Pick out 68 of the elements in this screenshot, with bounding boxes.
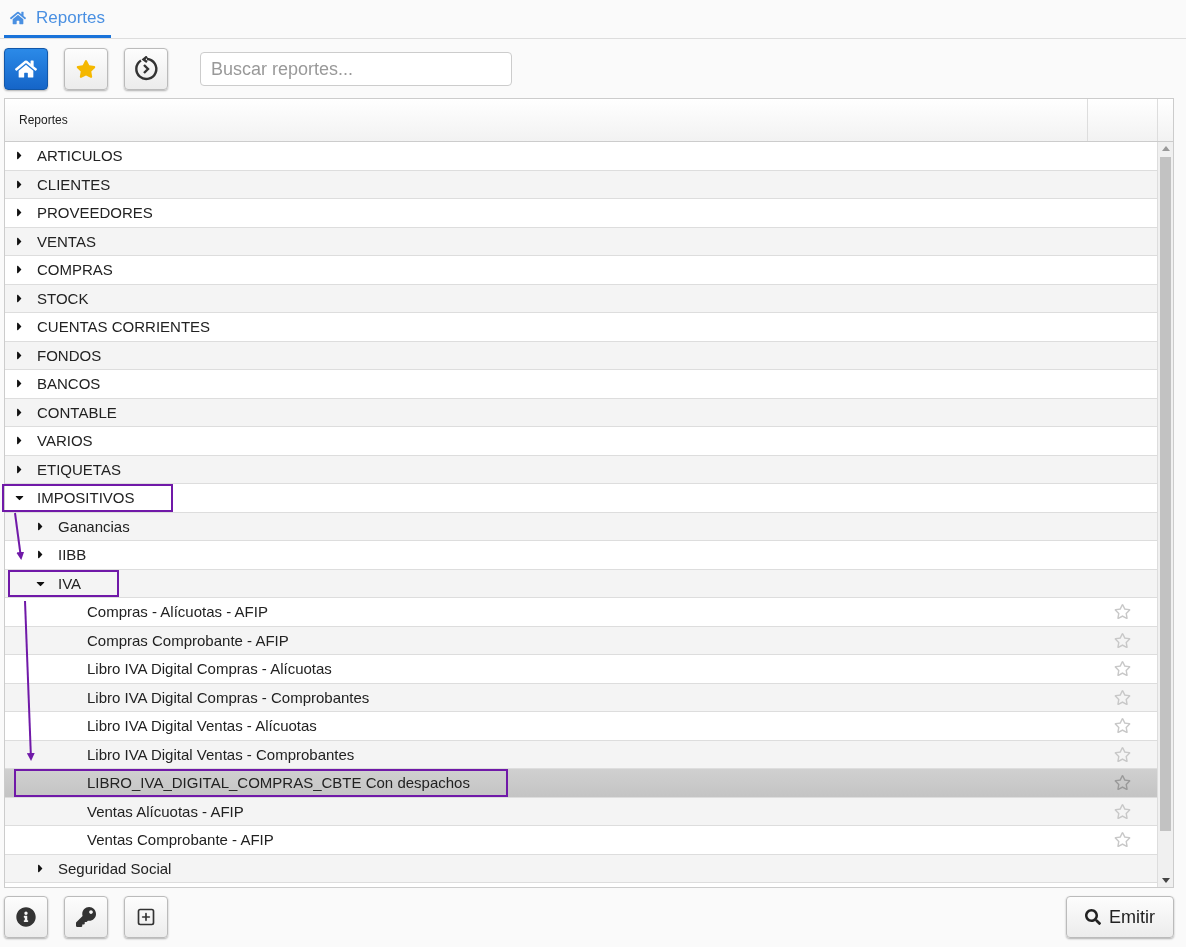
- tree-row[interactable]: Ventas Alícuotas - AFIP: [5, 797, 1157, 826]
- folder-label: CUENTAS CORRIENTES: [37, 318, 211, 336]
- add-button[interactable]: [124, 896, 168, 938]
- folder-label: VENTAS: [37, 232, 96, 250]
- folder-label: Seguridad Social: [58, 859, 172, 877]
- favorite-star-icon[interactable]: [1113, 603, 1131, 621]
- favorite-star-icon[interactable]: [1113, 802, 1131, 820]
- folder-label: COMPRAS: [37, 261, 113, 279]
- tree-row[interactable]: Ganancias: [5, 512, 1157, 541]
- star-icon: [76, 59, 96, 79]
- report-label: Libro IVA Digital Compras - Alícuotas: [87, 660, 332, 678]
- history-button[interactable]: [124, 48, 168, 90]
- tree-row[interactable]: LIBRO_IVA_DIGITAL_COMPRAS_CBTE Con despachos: [5, 769, 1157, 798]
- folder-label: CLIENTES: [37, 175, 111, 193]
- tree-row[interactable]: Compras Comprobante - AFIP: [5, 626, 1157, 655]
- history-icon: [133, 56, 159, 82]
- annotation-arrow: [14, 512, 25, 560]
- favorite-star-icon[interactable]: [1113, 745, 1131, 763]
- tree-row[interactable]: Seguridad Social: [5, 854, 1157, 883]
- folder-label: Ganancias: [58, 517, 130, 535]
- tree-row[interactable]: ETIQUETAS: [5, 455, 1157, 484]
- info-icon: [16, 907, 36, 927]
- plus-square-icon: [136, 907, 156, 927]
- folder-label: STOCK: [37, 289, 89, 307]
- search-field[interactable]: Buscar reportes...: [200, 52, 512, 86]
- folder-label: VARIOS: [37, 432, 93, 450]
- report-label: Libro IVA Digital Ventas - Alícuotas: [87, 717, 317, 735]
- tree-row[interactable]: STOCK: [5, 284, 1157, 313]
- tree-row[interactable]: CLIENTES: [5, 170, 1157, 199]
- search-icon: [1085, 909, 1101, 925]
- folder-label: ARTICULOS: [37, 147, 123, 165]
- tree-row[interactable]: Libro IVA Digital Compras - Comprobantes: [5, 683, 1157, 712]
- report-label: Ventas Comprobante - AFIP: [87, 831, 274, 849]
- favorite-star-icon[interactable]: [1113, 631, 1131, 649]
- key-icon: [76, 907, 96, 927]
- key-button[interactable]: [64, 896, 108, 938]
- tree-row[interactable]: CONTABLE: [5, 398, 1157, 427]
- report-label: LIBRO_IVA_DIGITAL_COMPRAS_CBTE Con despachos: [87, 774, 470, 792]
- folder-label: PROVEEDORES: [37, 204, 153, 222]
- report-label: Libro IVA Digital Compras - Comprobantes: [87, 688, 370, 706]
- info-button[interactable]: [4, 896, 48, 938]
- folder-label: IMPOSITIVOS: [37, 489, 135, 507]
- favorite-star-icon[interactable]: [1113, 717, 1131, 735]
- favorite-star-icon[interactable]: [1113, 831, 1131, 849]
- report-label: Ventas Alícuotas - AFIP: [87, 802, 244, 820]
- tree-row[interactable]: VENTAS: [5, 227, 1157, 256]
- home-icon: [15, 58, 37, 80]
- favorite-star-icon[interactable]: [1113, 660, 1131, 678]
- tree-row[interactable]: IVA: [5, 569, 1157, 598]
- home-button[interactable]: [4, 48, 48, 90]
- tree-row[interactable]: FONDOS: [5, 341, 1157, 370]
- favorite-star-icon[interactable]: [1113, 688, 1131, 706]
- report-label: Compras Comprobante - AFIP: [87, 631, 289, 649]
- report-label: Libro IVA Digital Ventas - Comprobantes: [87, 745, 355, 763]
- report-label: Compras - Alícuotas - AFIP: [87, 603, 268, 621]
- favorite-star-icon[interactable]: [1113, 774, 1131, 792]
- tree-row[interactable]: IMPOSITIVOS: [5, 484, 1157, 513]
- folder-label: IVA: [58, 574, 82, 592]
- scrollbar[interactable]: [1157, 142, 1173, 887]
- emit-button[interactable]: Emitir: [1066, 896, 1174, 938]
- folder-label: FONDOS: [37, 346, 102, 364]
- folder-label: ETIQUETAS: [37, 460, 121, 478]
- folder-label: IIBB: [58, 546, 87, 564]
- folder-label: BANCOS: [37, 375, 101, 393]
- home-icon: [10, 9, 26, 26]
- folder-label: CONTABLE: [37, 403, 117, 421]
- scroll-down-icon[interactable]: [1161, 878, 1170, 883]
- tree-row[interactable]: Libro IVA Digital Ventas - Comprobantes: [5, 740, 1157, 769]
